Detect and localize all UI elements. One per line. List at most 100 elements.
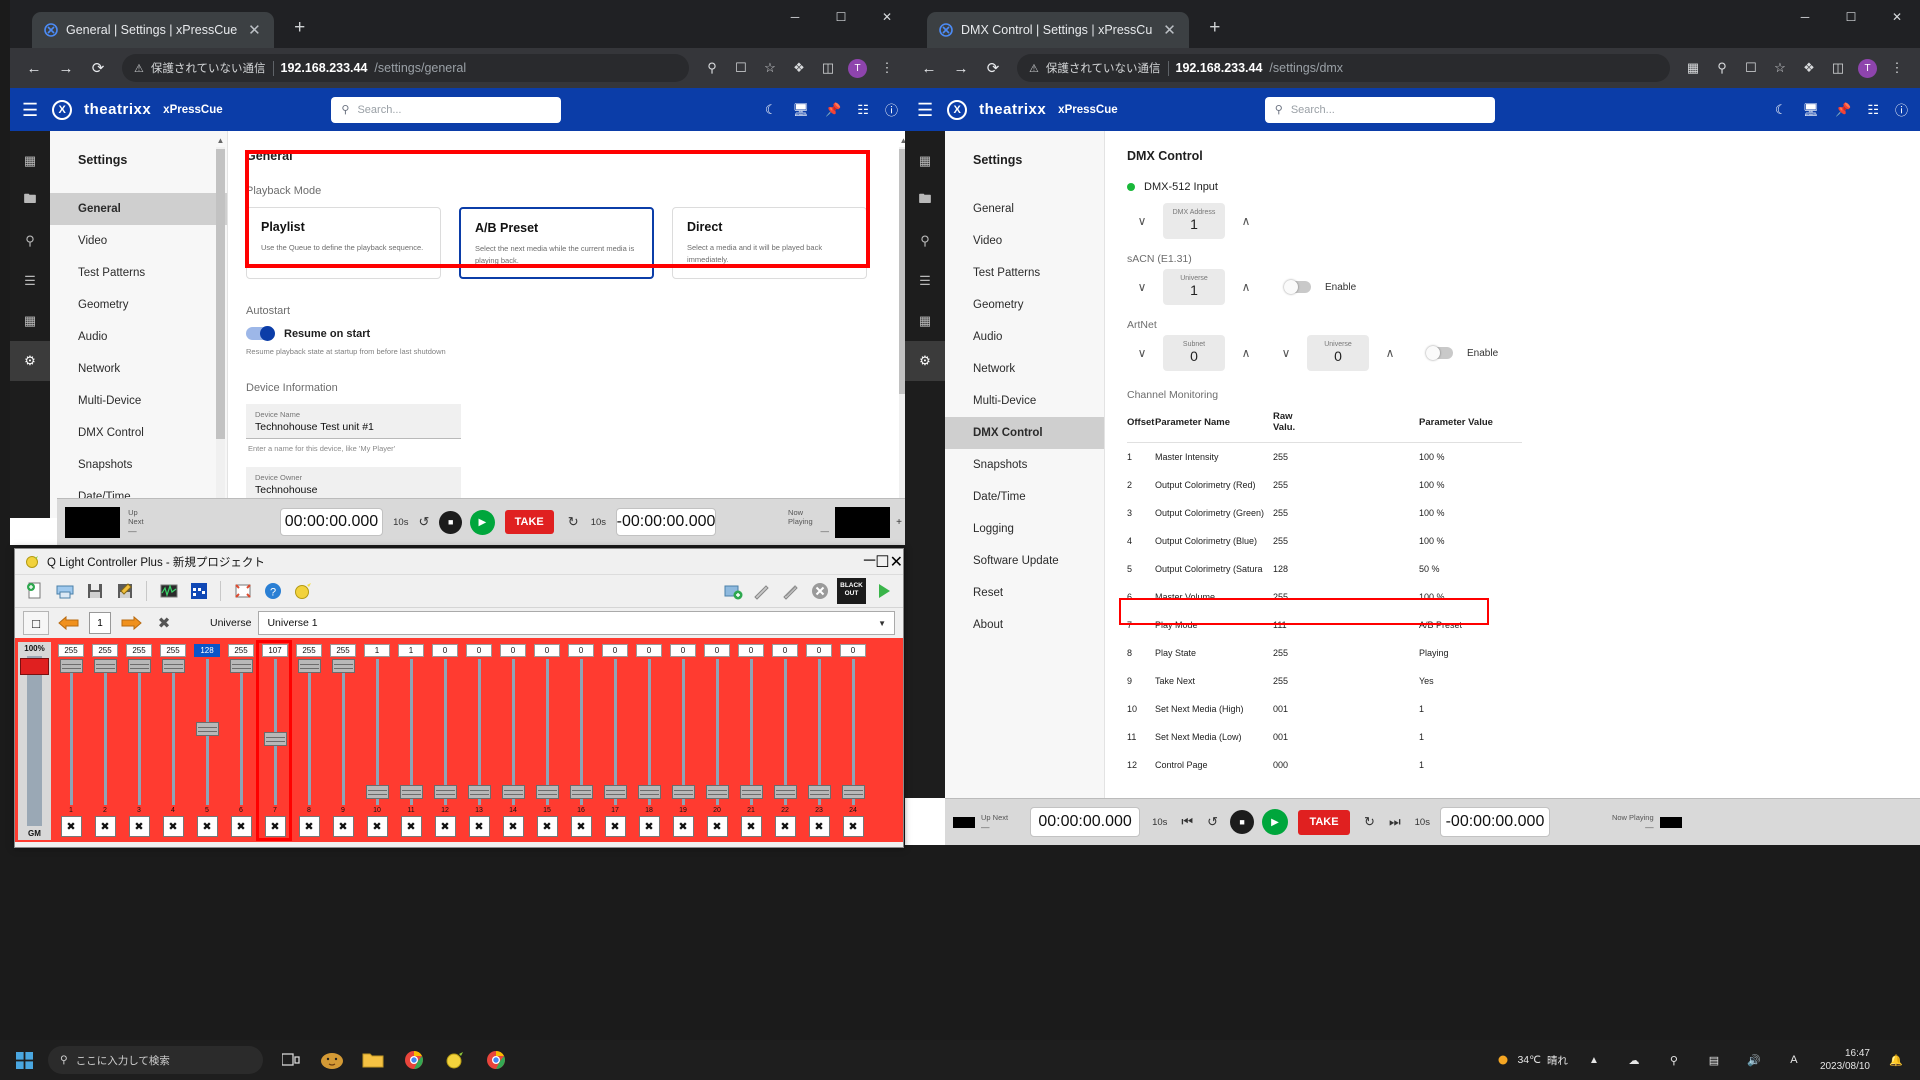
channel-value-11[interactable]: 1 (398, 644, 424, 657)
fader-knob[interactable] (161, 659, 185, 673)
network-icon[interactable]: ▤ (1700, 1046, 1728, 1074)
right-browser-tab[interactable]: DMX Control | Settings | xPressCu ✕ (927, 12, 1189, 48)
new-document-icon[interactable] (23, 580, 46, 603)
channel-value-13[interactable]: 0 (466, 644, 492, 657)
fader-knob[interactable] (433, 784, 457, 799)
blackout-icon[interactable]: BLACK OUT (837, 578, 866, 604)
rail-item-screen[interactable]: ▦ (905, 141, 945, 181)
sidebar-item-network[interactable]: Network (945, 353, 1104, 385)
channel-reset-button-10[interactable]: ✖ (366, 816, 388, 837)
dmx-channel-12[interactable]: 0 12 ✖ (428, 642, 462, 840)
channel-fader-13[interactable] (467, 659, 491, 805)
fader-knob[interactable] (671, 784, 695, 799)
dmx-grid-icon[interactable] (187, 580, 210, 603)
right-app-search-input[interactable]: ⚲ Search... (1264, 96, 1495, 123)
right-skip-fwd-label[interactable]: 10s (1415, 817, 1430, 828)
right-forward-icon[interactable]: → (947, 54, 975, 82)
sidebar-item-reset[interactable]: Reset (945, 577, 1104, 609)
channel-value-15[interactable]: 0 (534, 644, 560, 657)
chevron-up-icon[interactable]: ▲ (1580, 1046, 1608, 1074)
play-button[interactable]: ▶ (1262, 809, 1289, 835)
sidebar-item-audio[interactable]: Audio (50, 321, 227, 353)
open-icon[interactable] (53, 580, 76, 603)
pin-icon[interactable]: 📌 (825, 102, 841, 118)
right-address-bar[interactable]: ⚠ 保護されていない通信 192.168.233.44 /settings/dm… (1017, 54, 1670, 82)
fader-knob[interactable] (399, 784, 423, 799)
sidebar-item-snapshots[interactable]: Snapshots (50, 449, 227, 481)
channel-reset-button-14[interactable]: ✖ (502, 816, 524, 837)
chevron-up-icon[interactable]: ∧ (1239, 346, 1253, 360)
left-address-bar[interactable]: ⚠ 保護されていない通信 192.168.233.44 /settings/ge… (122, 54, 689, 82)
share-icon[interactable]: ☐ (1738, 55, 1764, 81)
dmx-channel-8[interactable]: 255 8 ✖ (292, 642, 326, 840)
about-icon[interactable] (291, 580, 314, 603)
left-nav-scrollbar[interactable]: ▲ ▼ (216, 135, 225, 514)
right-skip-back-label[interactable]: 10s (1152, 817, 1167, 828)
dmx-channel-2[interactable]: 255 2 ✖ (88, 642, 122, 840)
channel-reset-button-15[interactable]: ✖ (536, 816, 558, 837)
channel-reset-button-11[interactable]: ✖ (400, 816, 422, 837)
fullscreen-icon[interactable] (231, 580, 254, 603)
search-icon[interactable]: ⚲ (699, 55, 725, 81)
bookmark-star-icon[interactable]: ☆ (1767, 55, 1793, 81)
next-icon[interactable]: ⏭ (1389, 814, 1401, 830)
chevron-down-icon[interactable]: ▼ (878, 619, 886, 628)
sidebar-item-general[interactable]: General (50, 193, 227, 225)
fader-knob[interactable] (467, 784, 491, 799)
moon-icon[interactable]: ☾ (765, 102, 777, 118)
channel-reset-button-12[interactable]: ✖ (434, 816, 456, 837)
dmx-channel-19[interactable]: 0 19 ✖ (666, 642, 700, 840)
fader-knob[interactable] (297, 659, 321, 673)
rail-item-plug[interactable]: ⚲ (10, 221, 50, 261)
channel-fader-5[interactable] (195, 659, 219, 805)
grand-master-knob[interactable] (20, 658, 49, 675)
channel-value-20[interactable]: 0 (704, 644, 730, 657)
channel-reset-button-22[interactable]: ✖ (774, 816, 796, 837)
sidebar-item-software-update[interactable]: Software Update (945, 545, 1104, 577)
qlc-universe-select[interactable]: Universe 1 ▼ (258, 611, 895, 635)
fader-knob[interactable] (841, 784, 865, 799)
grand-master-column[interactable]: 100% GM (18, 642, 51, 840)
channel-reset-button-9[interactable]: ✖ (332, 816, 354, 837)
sidebar-item-video[interactable]: Video (50, 225, 227, 257)
left-back-icon[interactable]: ← (20, 54, 48, 82)
right-maximize-button[interactable]: ☐ (1828, 0, 1874, 34)
sidebar-item-audio[interactable]: Audio (945, 321, 1104, 353)
start-button[interactable] (0, 1040, 48, 1080)
qlc-clear-button[interactable]: ✖ (151, 611, 177, 635)
network-icon[interactable]: ☷ (857, 102, 869, 118)
fader-knob[interactable] (535, 784, 559, 799)
left-profile-avatar[interactable]: T (848, 58, 867, 78)
fader-knob[interactable] (195, 721, 219, 736)
sidebar-item-multi-device[interactable]: Multi-Device (945, 385, 1104, 417)
right-hamburger-icon[interactable]: ☰ (917, 101, 933, 119)
dmx-channel-3[interactable]: 255 3 ✖ (122, 642, 156, 840)
scroll-up-arrow-icon[interactable]: ▲ (216, 135, 225, 146)
chevron-up-icon[interactable]: ∧ (1383, 346, 1397, 360)
stop-button[interactable]: ■ (439, 510, 462, 534)
qlc-next-universe-button[interactable] (118, 611, 144, 635)
chevron-down-icon[interactable]: ∨ (1135, 346, 1149, 360)
volume-icon[interactable]: 🔊 (1740, 1046, 1768, 1074)
channel-reset-button-6[interactable]: ✖ (230, 816, 252, 837)
fader-knob[interactable] (229, 659, 253, 673)
task-view-icon[interactable] (277, 1046, 305, 1074)
channel-reset-button-2[interactable]: ✖ (94, 816, 116, 837)
channel-fader-15[interactable] (535, 659, 559, 805)
sacn-enable-toggle[interactable] (1284, 280, 1311, 294)
channel-value-5[interactable]: 128 (194, 644, 220, 657)
channel-reset-button-3[interactable]: ✖ (128, 816, 150, 837)
channel-fader-4[interactable] (161, 659, 185, 805)
dmx-channel-23[interactable]: 0 23 ✖ (802, 642, 836, 840)
channel-fader-16[interactable] (569, 659, 593, 805)
dmx-channel-10[interactable]: 1 10 ✖ (360, 642, 394, 840)
left-app-search-input[interactable]: ⚲ Search... (331, 96, 562, 123)
sidebar-item-date-time[interactable]: Date/Time (945, 481, 1104, 513)
sidebar-item-geometry[interactable]: Geometry (50, 289, 227, 321)
dmx-channel-1[interactable]: 255 1 ✖ (54, 642, 88, 840)
playback-mode-playlist[interactable]: Playlist Use the Queue to define the pla… (246, 207, 441, 279)
chrome-icon[interactable] (400, 1046, 428, 1074)
grand-master-fader[interactable] (20, 656, 49, 826)
rail-item-screen[interactable]: ▦ (10, 141, 50, 181)
fader-knob[interactable] (603, 784, 627, 799)
